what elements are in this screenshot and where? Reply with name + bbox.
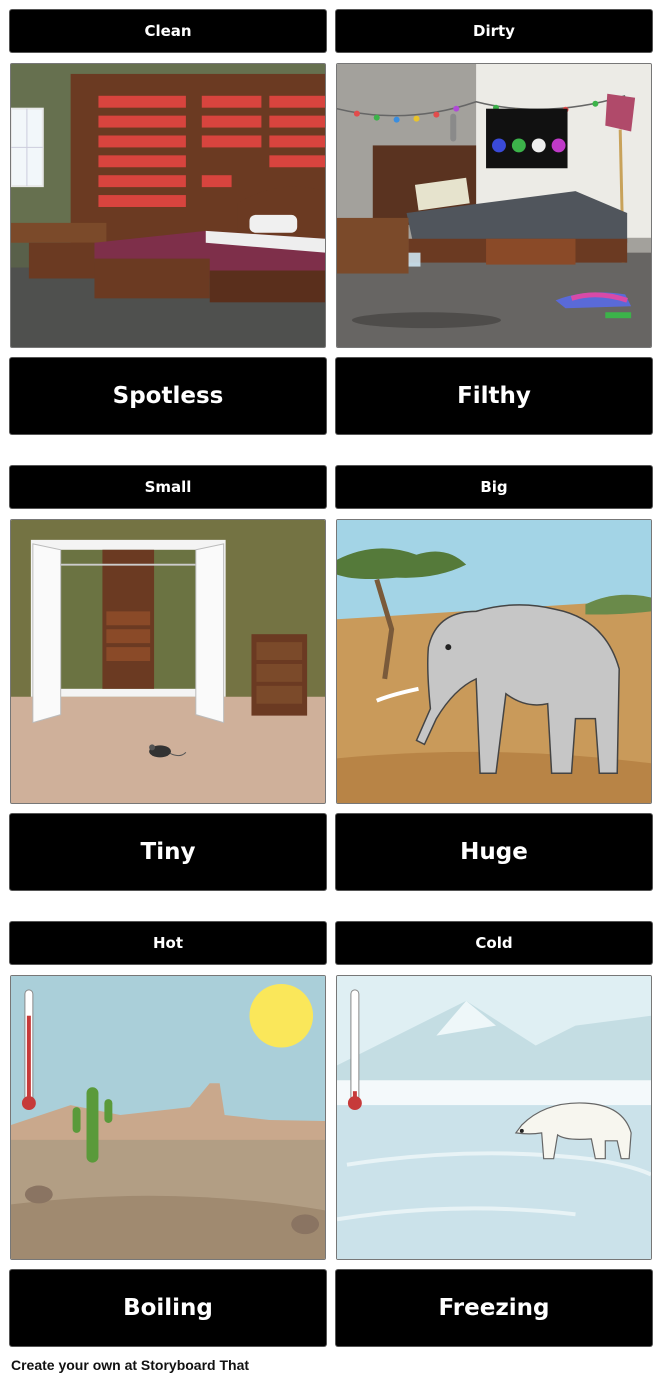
panel-word: Tiny (10, 814, 326, 890)
panel-word: Huge (336, 814, 652, 890)
panel-title: Cold (336, 922, 652, 964)
panel-word: Boiling (10, 1270, 326, 1346)
scene-messy-bedroom (336, 63, 652, 348)
panel-title: Clean (10, 10, 326, 52)
scene-closet-with-mouse (10, 519, 326, 804)
footer-credit-link[interactable]: Create your own at Storyboard That (11, 1357, 249, 1373)
panel-title: Big (336, 466, 652, 508)
scene-elephant-savanna (336, 519, 652, 804)
panel-title: Small (10, 466, 326, 508)
panel-word: Freezing (336, 1270, 652, 1346)
panel-word: Spotless (10, 358, 326, 434)
scene-polar-bear-ice (336, 975, 652, 1260)
panel-title: Dirty (336, 10, 652, 52)
scene-tidy-bedroom (10, 63, 326, 348)
panel-word: Filthy (336, 358, 652, 434)
panel-title: Hot (10, 922, 326, 964)
scene-desert-with-sun (10, 975, 326, 1260)
